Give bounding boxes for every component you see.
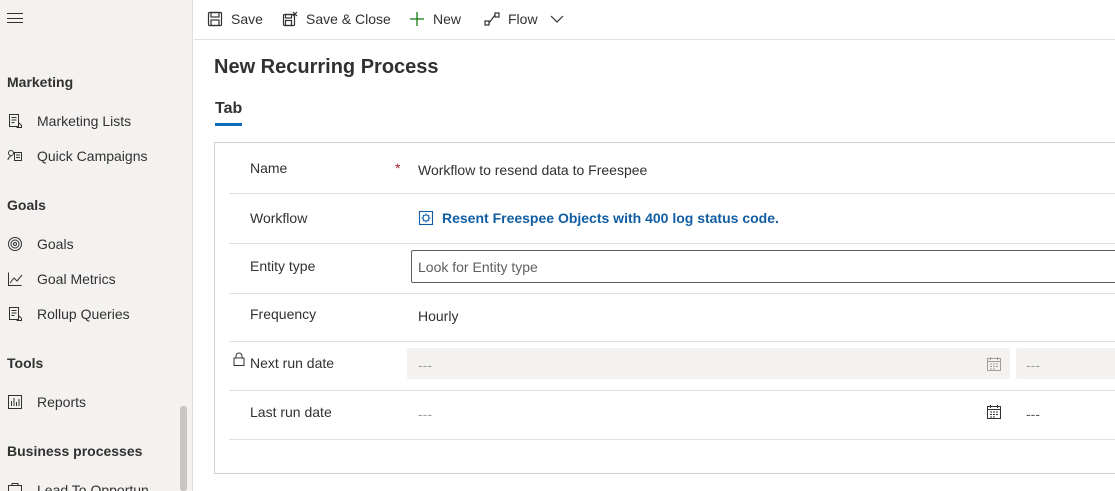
save-close-icon <box>282 11 298 27</box>
section-title-goals: Goals <box>7 197 46 213</box>
flow-label: Flow <box>508 11 538 27</box>
chevron-down-icon <box>550 15 564 23</box>
workflow-icon <box>418 210 434 226</box>
form-row-name <box>229 143 1115 194</box>
sidebar-item-label: Marketing Lists <box>37 113 132 129</box>
save-close-button[interactable]: Save & Close <box>282 8 391 30</box>
sidebar-item-reports[interactable]: Reports <box>7 390 86 414</box>
hamburger-menu-icon[interactable] <box>7 13 23 25</box>
sidebar-item-goals[interactable]: Goals <box>7 232 74 256</box>
workflow-label: Workflow <box>250 210 308 226</box>
plus-icon <box>410 12 424 26</box>
last-run-time-value[interactable]: --- <box>1026 406 1040 422</box>
form-row-frequency <box>229 294 1115 342</box>
tab-selected-indicator <box>215 123 242 126</box>
calendar-icon[interactable] <box>986 404 1002 420</box>
sidebar-item-goal-metrics[interactable]: Goal Metrics <box>7 267 116 291</box>
workflow-lookup-link[interactable]: Resent Freespee Objects with 400 log sta… <box>418 210 779 226</box>
next-run-time-value: --- <box>1026 357 1040 373</box>
quick-campaign-icon <box>7 148 23 164</box>
process-icon <box>7 482 23 491</box>
section-title-business-processes: Business processes <box>7 443 143 459</box>
sidebar-item-label: Goals <box>37 236 74 252</box>
line-chart-icon <box>7 271 23 287</box>
sidebar-item-label: Goal Metrics <box>37 271 116 287</box>
last-run-date-label: Last run date <box>250 404 332 420</box>
sidebar-scrollbar[interactable] <box>180 406 187 491</box>
section-title-marketing: Marketing <box>7 74 74 90</box>
new-button[interactable]: New <box>409 8 461 30</box>
sidebar-item-label: Rollup Queries <box>37 306 130 322</box>
workflow-value: Resent Freespee Objects with 400 log sta… <box>442 210 779 226</box>
sidebar-item-label: Quick Campaigns <box>37 148 148 164</box>
page-title: New Recurring Process <box>214 56 439 78</box>
sidebar-item-label: Reports <box>37 394 87 410</box>
section-title-tools: Tools <box>7 355 44 371</box>
sidebar: Marketing Marketing Lists Quick Campaign… <box>0 0 193 491</box>
form-row-last-run-date <box>229 391 1115 440</box>
next-run-date-value: --- <box>418 357 432 373</box>
marketing-list-icon <box>7 113 23 129</box>
sidebar-item-lead-to-opportunity[interactable]: Lead To Opportun <box>7 478 149 491</box>
sidebar-item-marketing-lists[interactable]: Marketing Lists <box>7 109 131 133</box>
target-icon <box>7 236 23 252</box>
sidebar-item-label: Lead To Opportun <box>37 482 149 491</box>
rollup-query-icon <box>7 306 23 322</box>
save-icon <box>207 11 223 27</box>
frequency-field[interactable]: Hourly <box>418 308 458 324</box>
entity-type-label: Entity type <box>250 258 316 274</box>
last-run-date-value[interactable]: --- <box>418 406 432 422</box>
entity-type-input[interactable]: Look for Entity type <box>411 250 1115 283</box>
flow-button[interactable]: Flow <box>484 8 538 30</box>
report-icon <box>7 394 23 410</box>
calendar-icon <box>987 357 1001 371</box>
lock-icon <box>233 352 245 366</box>
required-indicator: * <box>395 160 401 176</box>
sidebar-item-rollup-queries[interactable]: Rollup Queries <box>7 302 130 326</box>
frequency-label: Frequency <box>250 306 317 322</box>
next-run-date-label: Next run date <box>250 355 335 371</box>
tab-general[interactable]: Tab <box>215 100 242 118</box>
flow-dropdown-button[interactable] <box>549 8 565 30</box>
flow-icon <box>484 12 500 26</box>
save-label: Save <box>231 11 263 27</box>
name-field[interactable]: Workflow to resend data to Freespee <box>418 162 647 178</box>
name-label: Name <box>250 160 288 176</box>
save-button[interactable]: Save <box>207 8 263 30</box>
sidebar-item-quick-campaigns[interactable]: Quick Campaigns <box>7 144 148 168</box>
save-close-label: Save & Close <box>306 11 391 27</box>
next-run-date-field <box>407 348 1010 379</box>
new-label: New <box>433 11 462 27</box>
